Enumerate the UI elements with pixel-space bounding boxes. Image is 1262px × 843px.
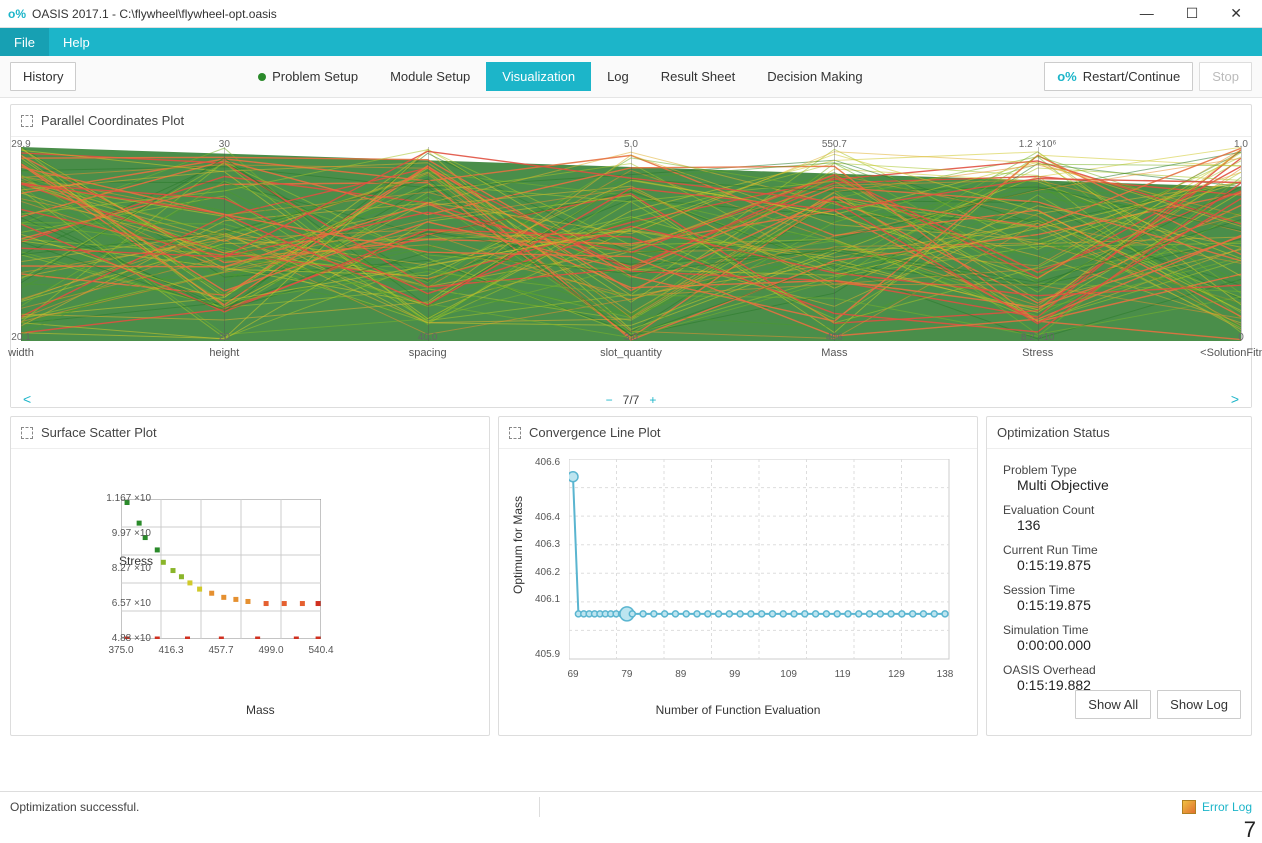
status-dot-icon [258,73,266,81]
window-title: OASIS 2017.1 - C:\flywheel\flywheel-opt.… [32,7,277,21]
status-item: Session Time0:15:19.875 [1003,583,1235,613]
status-label: Evaluation Count [1003,503,1235,517]
tab-result-sheet[interactable]: Result Sheet [645,62,751,91]
pc-axis-label: height [209,347,239,359]
expand-icon[interactable] [21,427,33,439]
conv-xlabel: Number of Function Evaluation [656,703,821,717]
convergence-plot-body[interactable]: Optimum for Mass Number of Function Eval… [499,449,977,729]
pc-axis-label: spacing [409,347,447,359]
error-log-link[interactable]: Error Log [1182,800,1252,814]
status-item: Simulation Time0:00:00.000 [1003,623,1235,653]
pc-prev-button[interactable]: < [23,391,31,407]
status-label: Simulation Time [1003,623,1235,637]
status-value: 0:15:19.875 [1017,597,1235,613]
menu-file[interactable]: File [0,28,49,56]
status-value: 136 [1017,517,1235,533]
status-value: 0:15:19.875 [1017,557,1235,573]
convergence-title: Convergence Line Plot [529,425,661,440]
scatter-plot-body[interactable]: Stress Mass 1.167 ×109.97 ×108.27 ×106.5… [11,449,489,729]
scatter-xlabel: Mass [246,703,275,717]
pc-pager-minus[interactable]: − [606,393,613,407]
tab-decision-making[interactable]: Decision Making [751,62,878,91]
status-label: OASIS Overhead [1003,663,1235,677]
status-item: Problem TypeMulti Objective [1003,463,1235,493]
status-item: OASIS Overhead0:15:19.882 [1003,663,1235,693]
statusbar: Optimization successful. Error Log [0,791,1262,821]
status-message: Optimization successful. [10,800,139,814]
status-value: Multi Objective [1017,477,1235,493]
page-number: 7 [1244,817,1256,843]
pc-axis-label: width [8,347,34,359]
status-value: 0:00:00.000 [1017,637,1235,653]
pc-axis-label: Stress [1022,347,1053,359]
surface-scatter-panel: Surface Scatter Plot Stress Mass 1.167 ×… [10,416,490,736]
status-label: Session Time [1003,583,1235,597]
status-label: Current Run Time [1003,543,1235,557]
expand-icon[interactable] [509,427,521,439]
maximize-button[interactable]: ☐ [1186,5,1199,22]
convergence-panel: Convergence Line Plot Optimum for Mass N… [498,416,978,736]
tab-module-setup[interactable]: Module Setup [374,62,486,91]
pc-axis-label: <SolutionFitness [1200,347,1262,359]
status-label: Problem Type [1003,463,1235,477]
expand-icon[interactable] [21,115,33,127]
stop-button[interactable]: Stop [1199,62,1252,91]
status-body: Problem TypeMulti Objective Evaluation Co… [987,449,1251,729]
status-item: Current Run Time0:15:19.875 [1003,543,1235,573]
parallel-plot-body[interactable]: width29.920.1height3020spacing40.0slot_q… [11,137,1251,407]
menu-help[interactable]: Help [49,28,104,56]
status-title: Optimization Status [997,425,1110,440]
titlebar: o% OASIS 2017.1 - C:\flywheel\flywheel-o… [0,0,1262,28]
app-icon: o% [8,7,26,21]
pc-pager-value: 7/7 [623,393,640,407]
pc-pager: − 7/7 + [606,393,657,407]
restart-continue-button[interactable]: o%Restart/Continue [1044,62,1193,91]
close-button[interactable]: ✕ [1230,5,1242,22]
pc-next-button[interactable]: > [1231,391,1239,407]
history-button[interactable]: History [10,62,76,91]
conv-ylabel: Optimum for Mass [511,496,525,594]
menubar: File Help [0,28,1262,56]
restart-icon: o% [1057,69,1077,84]
minimize-button[interactable]: — [1140,5,1154,22]
tab-problem-setup[interactable]: Problem Setup [242,62,374,91]
content-area: Parallel Coordinates Plot width29.920.1h… [0,98,1262,750]
toolbar: History Problem Setup Module Setup Visua… [0,56,1262,98]
pc-axis-label: slot_quantity [600,347,662,359]
statusbar-divider [539,797,540,817]
show-log-button[interactable]: Show Log [1157,690,1241,719]
pc-pager-plus[interactable]: + [649,393,656,407]
pc-axis-label: Mass [821,347,847,359]
scatter-title: Surface Scatter Plot [41,425,157,440]
tab-log[interactable]: Log [591,62,645,91]
tab-visualization[interactable]: Visualization [486,62,591,91]
status-item: Evaluation Count136 [1003,503,1235,533]
show-all-button[interactable]: Show All [1075,690,1151,719]
optimization-status-panel: Optimization Status Problem TypeMulti Ob… [986,416,1252,736]
error-log-icon [1182,800,1196,814]
parallel-coordinates-panel: Parallel Coordinates Plot width29.920.1h… [10,104,1252,408]
parallel-title: Parallel Coordinates Plot [41,113,184,128]
main-tabs: Problem Setup Module Setup Visualization… [242,62,879,91]
